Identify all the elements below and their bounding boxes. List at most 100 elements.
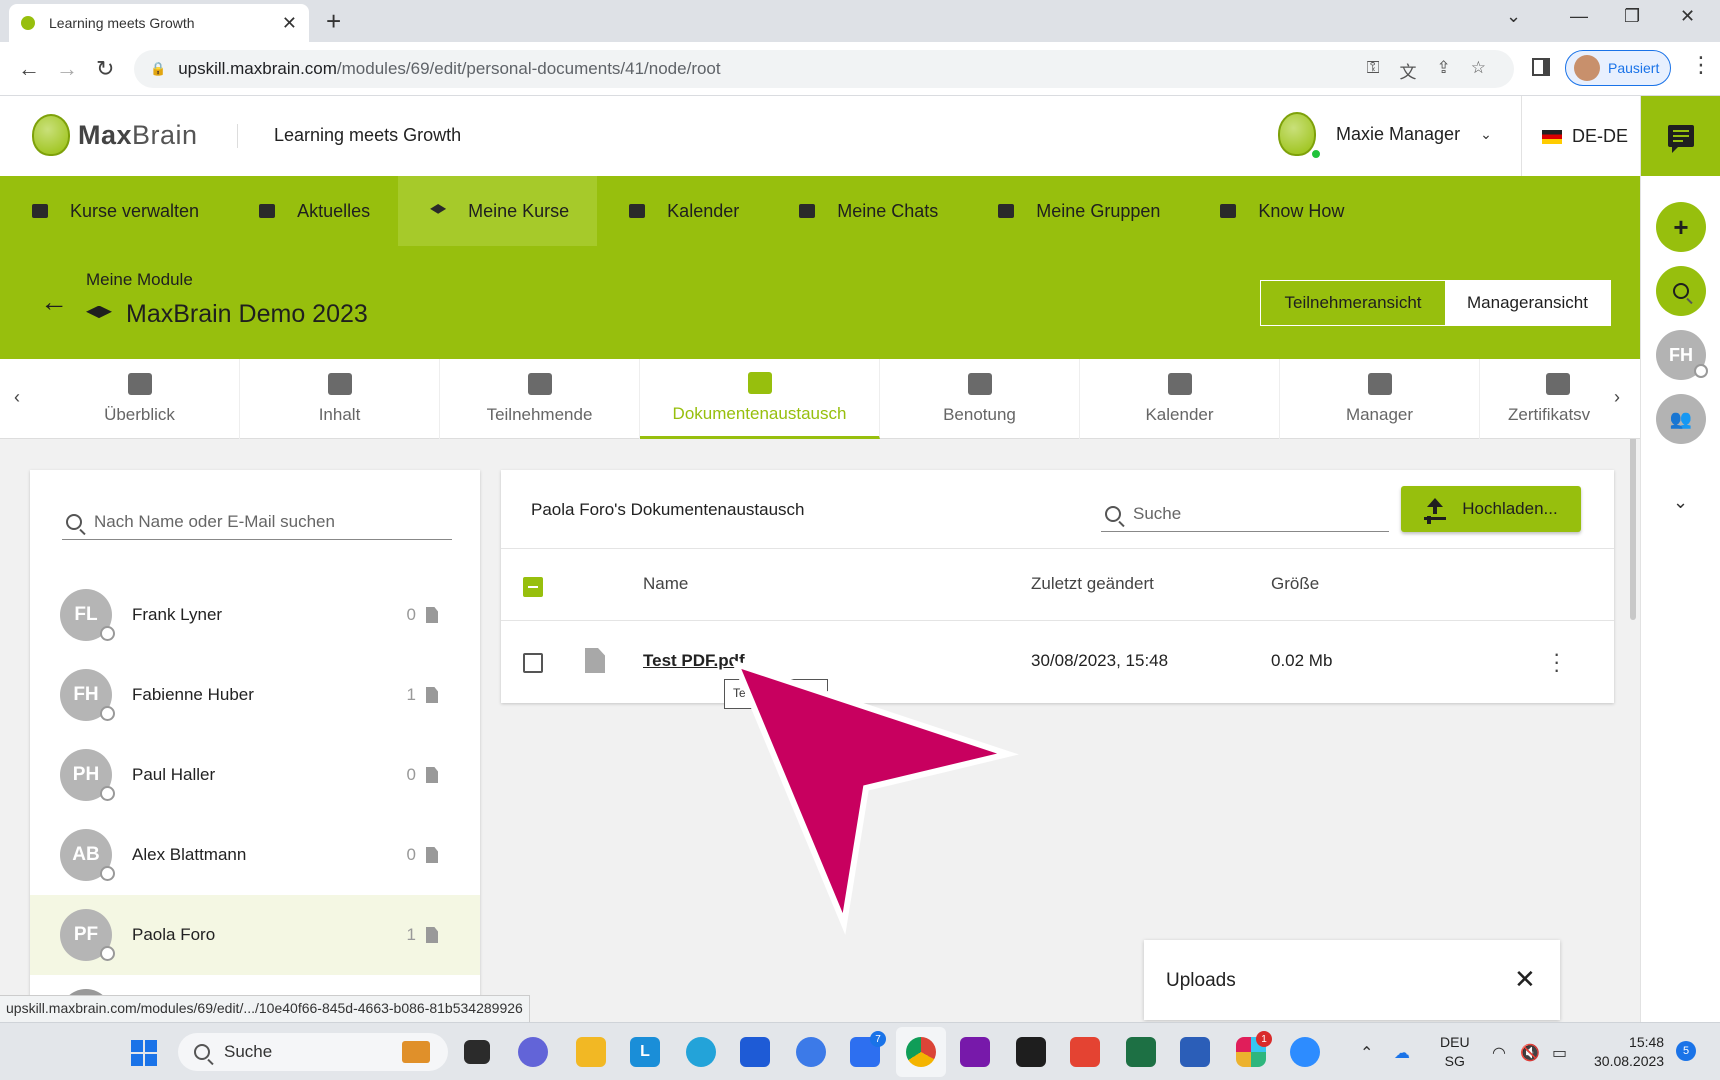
participant-row[interactable]: FH Fabienne Huber 1 (30, 655, 480, 735)
browser-tab-title: Learning meets Growth (49, 15, 195, 31)
side-panel-icon[interactable] (1532, 58, 1550, 76)
language-divider (1521, 96, 1522, 176)
chevron-left-icon[interactable]: ‹ (14, 387, 20, 408)
chat-toggle-button[interactable] (1641, 96, 1720, 176)
document-search-input[interactable] (1133, 503, 1373, 524)
nav-item-know-how[interactable]: Know How (1188, 176, 1372, 246)
briefcase-icon (402, 1041, 430, 1063)
key-icon[interactable]: ⚿ (1367, 58, 1380, 83)
bookmark-star-icon[interactable]: ☆ (1471, 58, 1486, 83)
search-button[interactable] (1656, 266, 1706, 316)
upload-button[interactable]: Hochladen... (1401, 486, 1581, 532)
window-close-button[interactable]: ✕ (1680, 6, 1695, 27)
figma-icon[interactable] (1016, 1037, 1046, 1067)
onenote-icon[interactable] (960, 1037, 990, 1067)
manager-view-button[interactable]: Manageransicht (1445, 281, 1610, 325)
browser-tab[interactable]: Learning meets Growth ✕ (9, 4, 309, 42)
file-explorer-icon[interactable] (576, 1037, 606, 1067)
language-switcher[interactable]: DE-DE (1542, 126, 1628, 147)
minimize-button[interactable]: — (1570, 6, 1588, 27)
restore-button[interactable]: ❐ (1624, 6, 1640, 27)
rail-user-avatar[interactable]: FH (1656, 330, 1708, 380)
row-checkbox[interactable] (523, 653, 543, 673)
wifi-icon[interactable]: ◠ (1492, 1043, 1506, 1063)
maxbrain-logo[interactable]: MaxBrain (32, 114, 198, 156)
edge-icon[interactable] (686, 1037, 716, 1067)
chevron-right-icon[interactable]: › (1614, 387, 1620, 408)
tab-manager[interactable]: Manager (1280, 359, 1480, 439)
microsoft-store-icon[interactable] (740, 1037, 770, 1067)
tab-kalender[interactable]: Kalender (1080, 359, 1280, 439)
participant-search-input[interactable] (94, 511, 434, 532)
nav-item-label: Meine Kurse (468, 200, 570, 221)
user-menu[interactable]: Maxie Manager ⌄ (1278, 112, 1492, 160)
word-icon[interactable] (1180, 1037, 1210, 1067)
chrome-icon[interactable] (906, 1037, 936, 1067)
column-header-size[interactable]: Größe (1271, 574, 1319, 594)
tab-benotung[interactable]: Benotung (880, 359, 1080, 439)
tab-teilnehmende[interactable]: Teilnehmende (440, 359, 640, 439)
zoom-icon[interactable] (1290, 1037, 1320, 1067)
browser-menu-icon[interactable]: ⋮ (1690, 52, 1712, 78)
calendar-icon (1167, 373, 1192, 395)
module-breadcrumb[interactable]: Meine Module (86, 270, 193, 290)
tab-dokumentenaustausch[interactable]: Dokumentenaustausch (640, 359, 880, 439)
back-arrow-icon[interactable]: ← (40, 286, 68, 318)
l-app-icon[interactable]: L (630, 1037, 660, 1067)
participant-row[interactable]: PH Paul Haller 0 (30, 735, 480, 815)
nav-item-kalender[interactable]: Kalender (597, 176, 767, 246)
chevron-up-icon[interactable]: ⌃ (1360, 1043, 1373, 1063)
uploads-panel-title: Uploads (1166, 970, 1236, 991)
share-icon[interactable]: ⇪ (1437, 58, 1451, 83)
address-bar[interactable]: 🔒 upskill.maxbrain.com /modules/69/edit/… (134, 50, 1514, 88)
reload-button[interactable]: ↻ (96, 56, 114, 82)
excel-icon[interactable] (1126, 1037, 1156, 1067)
translate-icon[interactable]: 文 (1400, 58, 1417, 83)
back-button[interactable]: ← (18, 56, 40, 82)
document-count: 1 (406, 925, 416, 944)
close-icon[interactable]: ✕ (282, 13, 297, 34)
taskbar-search[interactable]: Suche (178, 1033, 448, 1071)
people-icon (527, 373, 552, 395)
teams-chat-icon[interactable] (518, 1037, 548, 1067)
notification-badge[interactable]: 5 (1676, 1041, 1696, 1061)
add-button[interactable]: + (1656, 202, 1706, 252)
tab-zertifikate[interactable]: Zertifikatsv (1480, 359, 1600, 439)
task-view-icon[interactable] (464, 1040, 490, 1064)
forward-button[interactable]: → (56, 56, 78, 82)
participant-row[interactable]: AB Alex Blattmann 0 (30, 815, 480, 895)
nav-item-aktuelles[interactable]: Aktuelles (227, 176, 398, 246)
avatar: FH (60, 669, 115, 721)
profile-button[interactable]: Pausiert (1565, 50, 1671, 86)
input-language[interactable]: DEU SG (1440, 1033, 1470, 1071)
windows-start-icon[interactable] (131, 1040, 157, 1066)
select-all-checkbox[interactable] (523, 577, 543, 597)
onedrive-icon[interactable]: ☁ (1394, 1043, 1410, 1063)
column-header-name[interactable]: Name (643, 574, 688, 594)
more-vertical-icon[interactable]: · · · (1553, 643, 1560, 681)
nav-item-meine-chats[interactable]: Meine Chats (767, 176, 966, 246)
speaker-muted-icon[interactable]: 🔇 (1520, 1043, 1540, 1063)
new-tab-button[interactable]: + (326, 6, 341, 37)
participant-row-selected[interactable]: PF Paola Foro 1 (30, 895, 480, 975)
tab-inhalt[interactable]: Inhalt (240, 359, 440, 439)
avatar: PH (60, 749, 115, 801)
column-header-modified[interactable]: Zuletzt geändert (1031, 574, 1154, 594)
todoist-icon[interactable] (1070, 1037, 1100, 1067)
battery-icon[interactable]: ▭ (1552, 1043, 1567, 1063)
participant-view-button[interactable]: Teilnehmeransicht (1261, 281, 1445, 325)
chevron-down-icon[interactable]: ⌄ (1673, 492, 1688, 513)
nav-item-kurse-verwalten[interactable]: Kurse verwalten (0, 176, 227, 246)
tab-ueberblick[interactable]: Überblick (40, 359, 240, 439)
groups-button[interactable]: 👥 (1656, 394, 1706, 444)
participant-row[interactable]: FL Frank Lyner 0 (30, 575, 480, 655)
file-modified: 30/08/2023, 15:48 (1031, 651, 1169, 670)
taskbar-clock[interactable]: 15:48 30.08.2023 (1594, 1033, 1664, 1071)
close-icon[interactable]: ✕ (1514, 964, 1536, 995)
tab-search-chevron-icon[interactable]: ⌄ (1506, 6, 1521, 27)
module-title-text: MaxBrain Demo 2023 (126, 300, 368, 328)
affinity-icon[interactable] (796, 1037, 826, 1067)
nav-item-meine-gruppen[interactable]: Meine Gruppen (966, 176, 1188, 246)
url-host: upskill.maxbrain.com (178, 59, 337, 78)
nav-item-meine-kurse[interactable]: Meine Kurse (398, 176, 598, 246)
